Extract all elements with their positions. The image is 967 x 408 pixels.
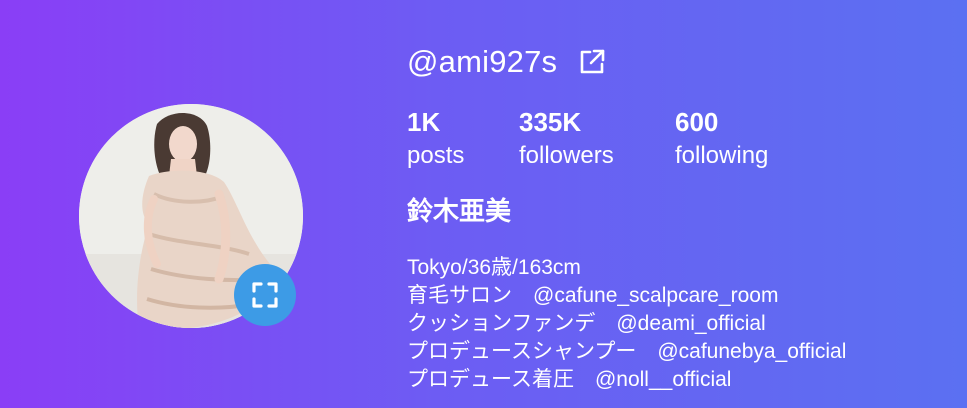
bio-line: Tokyo/36歳/163cm bbox=[407, 256, 581, 279]
posts-count: 1K bbox=[407, 107, 441, 137]
bio-line: 育毛サロン @cafune_scalpcare_room bbox=[407, 284, 779, 307]
profile-info: @ami927s 1K posts 335K followers 600 fol… bbox=[407, 40, 947, 391]
profile-bio: Tokyo/36歳/163cm 育毛サロン @cafune_scalpcare_… bbox=[407, 254, 846, 394]
username: @ami927s bbox=[407, 44, 558, 79]
following-label: following bbox=[675, 142, 769, 169]
stat-followers[interactable]: 335K followers bbox=[519, 106, 675, 172]
stat-posts[interactable]: 1K posts bbox=[407, 106, 519, 172]
following-count: 600 bbox=[675, 107, 719, 137]
external-link-icon bbox=[580, 49, 605, 74]
stat-following[interactable]: 600 following bbox=[675, 106, 815, 172]
expand-avatar-button[interactable] bbox=[234, 264, 296, 326]
posts-label: posts bbox=[407, 142, 465, 169]
bio-line: クッションファンデ @deami_official bbox=[407, 312, 766, 335]
followers-label: followers bbox=[519, 142, 614, 169]
display-name: 鈴木亜美 bbox=[407, 196, 512, 226]
bio-line: プロデュース着圧 @noll__official bbox=[407, 368, 732, 391]
bio-line: プロデュースシャンプー @cafunebya_official bbox=[407, 340, 847, 363]
expand-icon bbox=[252, 282, 278, 308]
profile-header: @ami927s 1K posts 335K followers 600 fol… bbox=[0, 0, 967, 408]
avatar-container bbox=[79, 104, 303, 328]
followers-count: 335K bbox=[519, 107, 582, 137]
open-profile-link[interactable] bbox=[577, 47, 607, 77]
profile-stats: 1K posts 335K followers 600 following bbox=[407, 106, 815, 172]
username-row: @ami927s bbox=[407, 40, 947, 84]
